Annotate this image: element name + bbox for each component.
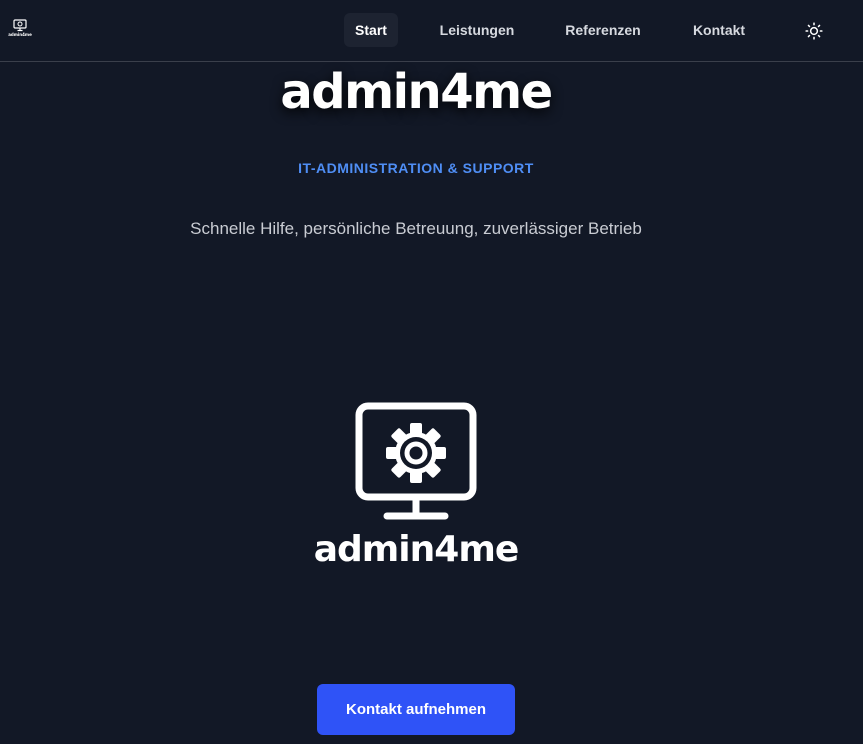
monitor-gear-icon (355, 402, 477, 520)
monitor-gear-icon (13, 19, 27, 32)
nav-referenzen[interactable]: Referenzen (556, 13, 650, 47)
nav-kontakt[interactable]: Kontakt (684, 13, 754, 47)
nav-start[interactable]: Start (344, 13, 398, 47)
sun-icon (805, 22, 823, 40)
hero-tagline: Schnelle Hilfe, persönliche Betreuung, z… (190, 219, 642, 238)
site-header: admin4me Start Leistungen Referenzen Kon… (0, 0, 863, 62)
hero-title: admin4me (280, 64, 553, 120)
theme-toggle-button[interactable] (800, 17, 828, 45)
page: admin4me Start Leistungen Referenzen Kon… (0, 0, 863, 744)
hero-subtitle: IT-ADMINISTRATION & SUPPORT (298, 160, 534, 176)
site-logo-text: admin4me (8, 32, 32, 37)
contact-button[interactable]: Kontakt aufnehmen (317, 684, 515, 735)
brand-logo (355, 402, 477, 522)
brand-name: admin4me (313, 529, 520, 570)
site-logo[interactable]: admin4me (8, 19, 32, 43)
nav-leistungen[interactable]: Leistungen (431, 13, 523, 47)
